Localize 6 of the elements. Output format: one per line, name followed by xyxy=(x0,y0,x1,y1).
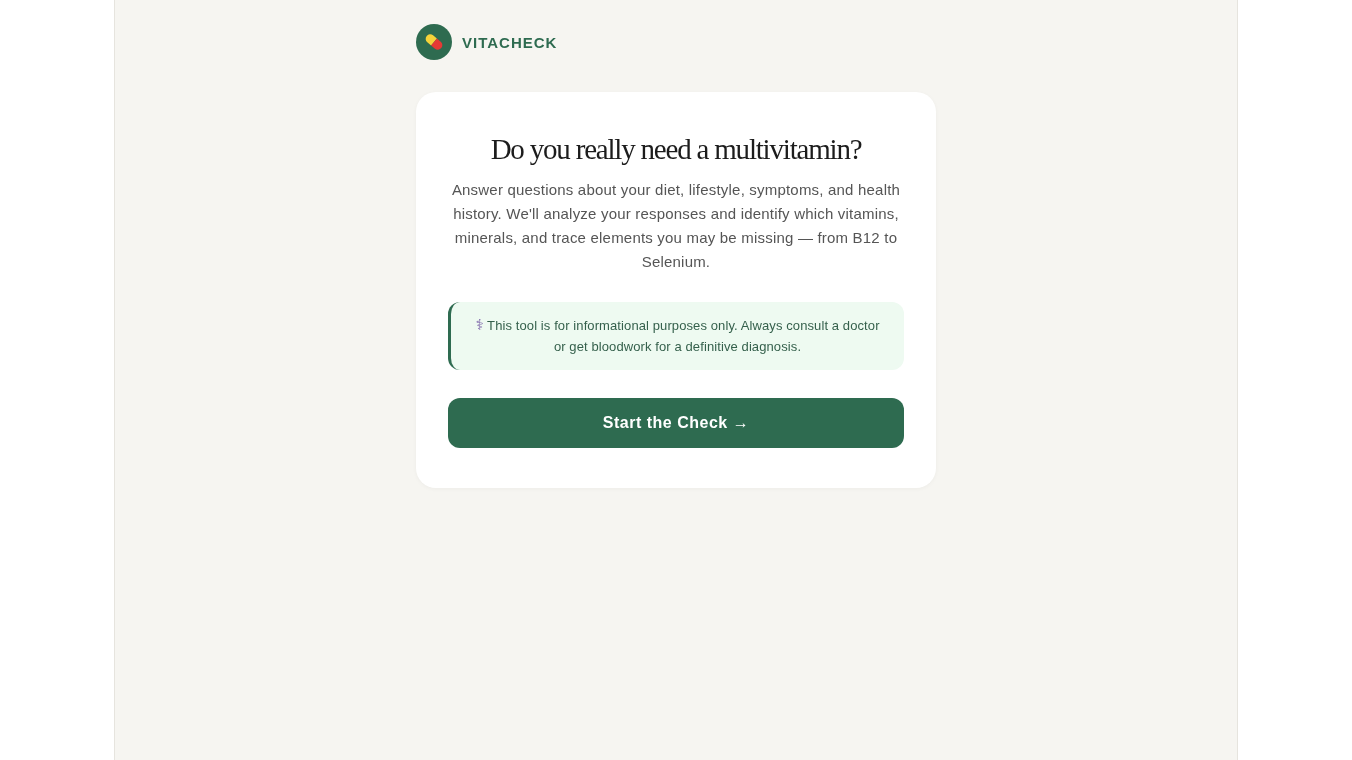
pill-icon xyxy=(416,24,452,60)
start-button[interactable]: Start the Check → xyxy=(448,398,904,448)
brand-name: VITACHECK xyxy=(462,33,558,51)
disclaimer-text: ⚕ This tool is for informational purposes only. Always consult a doctor or get bloodwork for a definitive diagnosis. xyxy=(474,315,881,356)
page-title: Do you really need a multivitamin? xyxy=(490,132,862,166)
intro-description: Answer questions about your diet, lifestyle, symptoms, and health history. We'll analyze your responses and identify which vitamins, minerals, and trace elements you may be missing — from B12 to Selenium. xyxy=(450,180,902,272)
